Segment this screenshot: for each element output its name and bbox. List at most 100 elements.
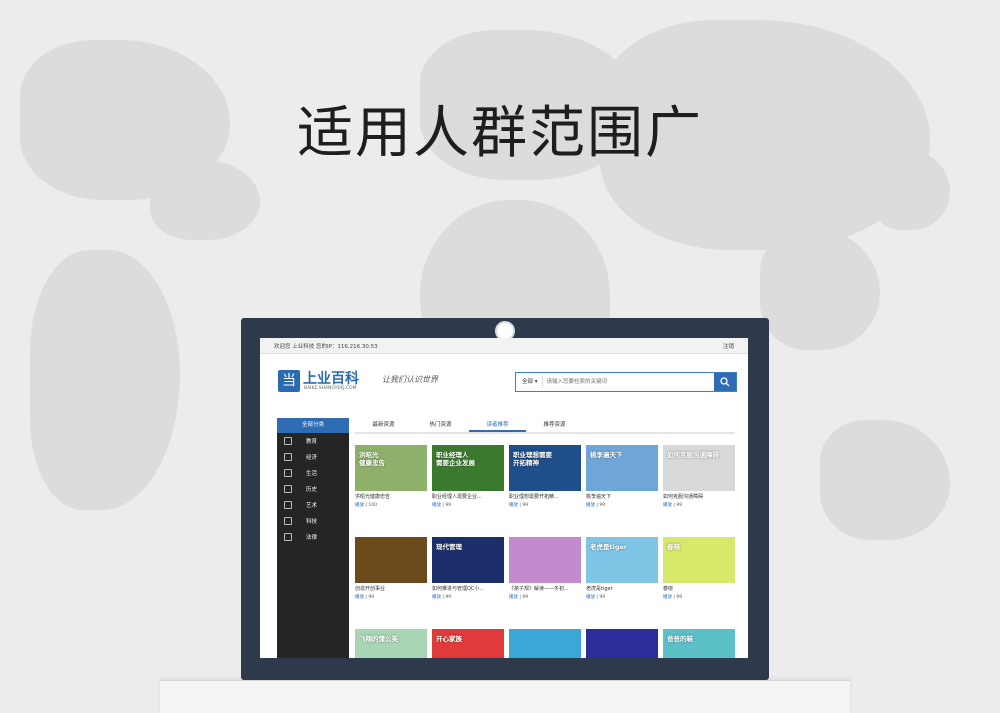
sidebar-item[interactable]: 科技	[277, 513, 349, 529]
resource-meta: 播放 | 100	[355, 502, 427, 508]
resource-grid: 洪昭光 健康忠告洪昭光健康忠告 播放 | 100 职业经理人 需要企业发展职业经理人…	[355, 445, 735, 658]
resource-title[interactable]: 职业理想需要开拓精...	[509, 493, 581, 500]
resource-thumbnail[interactable]	[586, 629, 658, 658]
resource-thumbnail[interactable]: 飞翔的蒲公英	[355, 629, 427, 658]
sidebar-item[interactable]: 法律	[277, 529, 349, 545]
laptop-screen: 欢迎您 上业科技 您的IP：116.216.30.53 注销 当 上业百科 BA…	[260, 338, 748, 658]
resource-thumbnail[interactable]	[509, 537, 581, 583]
thumbnail-text: 职业经理人 需要企业发展	[436, 451, 475, 467]
thumbnail-text: 老虎是tiger	[590, 543, 628, 551]
resource-card[interactable]: 职业理想需要 开拓精神职业理想需要开拓精... 播放 | 99	[509, 445, 581, 529]
resource-card[interactable]: 飞翔的蒲公英	[355, 629, 427, 658]
search-input[interactable]	[542, 375, 714, 389]
top-bar: 欢迎您 上业科技 您的IP：116.216.30.53 注销	[260, 338, 748, 354]
resource-meta: 播放 | 99	[509, 502, 581, 508]
resource-meta: 播放 | 99	[586, 502, 658, 508]
resource-thumbnail[interactable]: 桃李遍天下	[586, 445, 658, 491]
category-icon	[284, 501, 292, 509]
resource-card[interactable]: 爸爸的鞋	[663, 629, 735, 658]
category-icon	[284, 469, 292, 477]
play-count: 99	[522, 595, 529, 600]
logo-title[interactable]: 上业百科	[303, 368, 359, 388]
sidebar-header[interactable]: 全部分类	[277, 418, 349, 433]
resource-title[interactable]: 洪昭光健康忠告	[355, 493, 427, 500]
resource-meta: 播放 | 99	[509, 594, 581, 600]
play-count: 99	[599, 595, 606, 600]
play-count: 99	[445, 503, 452, 508]
play-label: 播放	[509, 595, 518, 600]
sidebar-item[interactable]: 历史	[277, 481, 349, 497]
search-category-select[interactable]: 全部 ▾	[516, 376, 543, 388]
category-icon	[284, 453, 292, 461]
resource-card[interactable]: 《弟子规》解读——冬初... 播放 | 99	[509, 537, 581, 621]
resource-card[interactable]: 现代管理 如何推进与管理QC小... 播放 | 99	[432, 537, 504, 621]
thumbnail-text: 爸爸的鞋	[667, 635, 693, 643]
play-count: 100	[368, 503, 377, 508]
resource-meta: 播放 | 99	[663, 594, 735, 600]
resource-title[interactable]: 如何推进与管理QC小...	[432, 585, 504, 592]
play-count: 99	[599, 503, 606, 508]
resource-thumbnail[interactable]: 如何克服沟通障碍	[663, 445, 735, 491]
resource-thumbnail[interactable]	[355, 537, 427, 583]
resource-title[interactable]: 职业经理人需要企业...	[432, 493, 504, 500]
slogan: 让我们认识世界	[382, 375, 438, 384]
search-button[interactable]	[714, 373, 736, 391]
search-category-label: 全部	[522, 379, 534, 385]
resource-title[interactable]: 老虎是tiger	[586, 585, 658, 592]
sidebar-item-label: 法律	[306, 535, 318, 541]
tab-reader-recommended[interactable]: 读者推荐	[469, 418, 526, 432]
resource-title[interactable]: 《弟子规》解读——冬初...	[509, 585, 581, 592]
resource-card[interactable]: 春晓 春晓 播放 | 99	[663, 537, 735, 621]
resource-thumbnail[interactable]: 春晓	[663, 537, 735, 583]
play-label: 播放	[432, 503, 441, 508]
play-count: 99	[522, 503, 529, 508]
thumbnail-text: 春晓	[667, 543, 680, 551]
sidebar-item-label: 历史	[306, 487, 318, 493]
sidebar-item-label: 科技	[306, 519, 318, 525]
resource-card[interactable]: 创造开创事业 播放 | 99	[355, 537, 427, 621]
headline: 适用人群范围广	[297, 101, 703, 166]
sidebar-item-label: 教育	[306, 439, 318, 445]
resource-card[interactable]	[509, 629, 581, 658]
resource-thumbnail[interactable]: 爸爸的鞋	[663, 629, 735, 658]
resource-card[interactable]	[586, 629, 658, 658]
resource-thumbnail[interactable]: 老虎是tiger	[586, 537, 658, 583]
logo-icon[interactable]: 当	[278, 370, 300, 392]
resource-title[interactable]: 如何克服沟通障碍	[663, 493, 735, 500]
resource-card[interactable]: 桃李遍天下 桃李遍天下 播放 | 99	[586, 445, 658, 529]
play-label: 播放	[586, 595, 595, 600]
resource-title[interactable]: 创造开创事业	[355, 585, 427, 592]
category-icon	[284, 437, 292, 445]
tab-popular[interactable]: 热门资源	[412, 418, 469, 432]
play-count: 99	[676, 503, 683, 508]
sidebar-item-label: 经济	[306, 455, 318, 461]
resource-meta: 播放 | 99	[586, 594, 658, 600]
thumbnail-text: 洪昭光 健康忠告	[359, 451, 385, 467]
resource-thumbnail[interactable]: 职业理想需要 开拓精神	[509, 445, 581, 491]
resource-meta: 播放 | 99	[663, 502, 735, 508]
category-icon	[284, 517, 292, 525]
laptop-base	[160, 680, 850, 713]
play-count: 99	[676, 595, 683, 600]
resource-thumbnail[interactable]: 现代管理	[432, 537, 504, 583]
thumbnail-text: 现代管理	[436, 543, 462, 551]
resource-thumbnail[interactable]	[509, 629, 581, 658]
resource-card[interactable]: 老虎是tiger 老虎是tiger 播放 | 99	[586, 537, 658, 621]
resource-card[interactable]: 职业经理人 需要企业发展 职业经理人需要企业... 播放 | 99	[432, 445, 504, 529]
resource-thumbnail[interactable]: 洪昭光 健康忠告	[355, 445, 427, 491]
resource-thumbnail[interactable]: 开心家族	[432, 629, 504, 658]
resource-card[interactable]: 开心家族	[432, 629, 504, 658]
resource-title[interactable]: 春晓	[663, 585, 735, 592]
tab-recommended[interactable]: 推荐资源	[526, 418, 583, 432]
resource-card[interactable]: 如何克服沟通障碍 如何克服沟通障碍 播放 | 99	[663, 445, 735, 529]
resource-card[interactable]: 洪昭光 健康忠告洪昭光健康忠告 播放 | 100	[355, 445, 427, 529]
resource-thumbnail[interactable]: 职业经理人 需要企业发展	[432, 445, 504, 491]
sidebar-item[interactable]: 经济	[277, 449, 349, 465]
resource-title[interactable]: 桃李遍天下	[586, 493, 658, 500]
sidebar-item[interactable]: 生活	[277, 465, 349, 481]
sidebar-item[interactable]: 教育	[277, 433, 349, 449]
logout-link[interactable]: 注销	[723, 342, 734, 350]
sidebar-item[interactable]: 艺术	[277, 497, 349, 513]
tab-latest[interactable]: 最新资源	[355, 418, 412, 432]
play-label: 播放	[432, 595, 441, 600]
